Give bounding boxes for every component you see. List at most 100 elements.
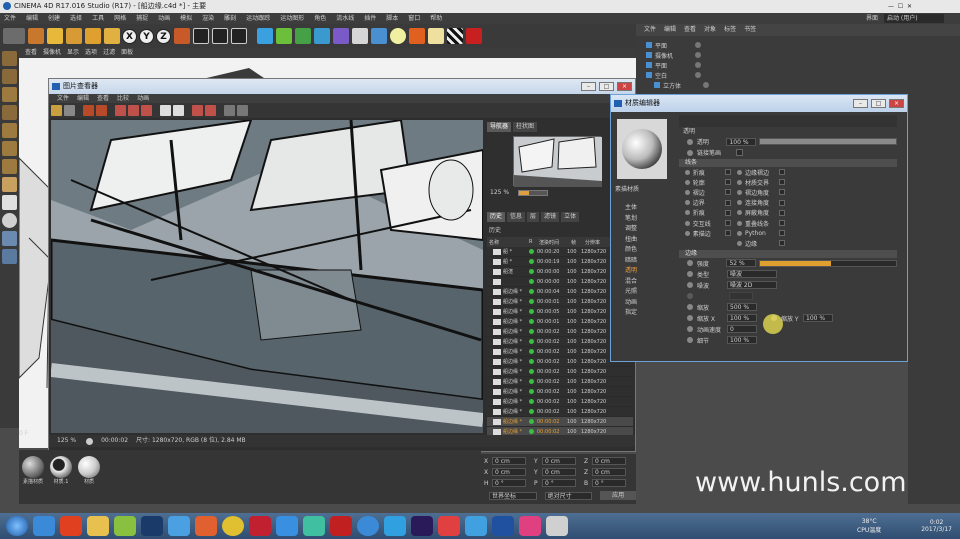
coordinate-input[interactable]: 0 cm <box>542 468 576 476</box>
x-axis-lock-button[interactable]: X <box>122 28 137 44</box>
menu-item[interactable]: 流水线 <box>332 13 354 24</box>
material-preview[interactable] <box>617 119 667 179</box>
coordinate-input[interactable]: 0 ° <box>592 479 626 487</box>
type-select[interactable]: 噪波 <box>727 270 777 278</box>
photoshop-taskbar-icon[interactable] <box>141 516 163 536</box>
line-option-checkbox[interactable] <box>779 169 785 176</box>
material-name[interactable]: 素描材质 <box>613 184 679 193</box>
app2-taskbar-icon[interactable] <box>195 516 217 536</box>
camera-button[interactable] <box>371 28 387 44</box>
ie-taskbar-icon[interactable] <box>33 516 55 536</box>
tab-stereo[interactable]: 立体 <box>561 212 580 222</box>
coordinate-system-button[interactable] <box>174 28 190 44</box>
app-taskbar-icon[interactable] <box>114 516 136 536</box>
menu-item[interactable]: 网格 <box>110 13 126 24</box>
tab-histogram[interactable]: 柱状图 <box>513 122 538 132</box>
status-zoom[interactable]: 125 % <box>57 435 76 447</box>
anim-speed-input[interactable]: 0 <box>727 325 757 333</box>
object-manager-menu-item[interactable]: 对象 <box>704 24 716 36</box>
object-manager-menu-item[interactable]: 查看 <box>684 24 696 36</box>
material-item-sketch[interactable]: 素描材质 <box>19 452 47 485</box>
coordinate-input[interactable]: 0 cm <box>492 468 526 476</box>
menu-item[interactable]: 模拟 <box>176 13 192 24</box>
menu-item[interactable]: 选择 <box>66 13 82 24</box>
app5-taskbar-icon[interactable] <box>303 516 325 536</box>
export-icon[interactable] <box>237 105 248 116</box>
material-channel-item[interactable]: 光照 <box>613 287 679 298</box>
axis-mode-button[interactable] <box>2 177 17 192</box>
line-option-keyframe-icon[interactable] <box>737 240 742 246</box>
line-option-checkbox[interactable] <box>779 240 785 247</box>
picture-viewer-menu-item[interactable]: 查看 <box>97 94 109 103</box>
line-option-checkbox[interactable] <box>779 189 785 196</box>
strength-slider[interactable] <box>759 259 897 267</box>
line-option-keyframe-icon[interactable] <box>737 220 742 226</box>
tool-settings-button[interactable] <box>428 28 444 44</box>
visibility-dots-icon[interactable] <box>703 82 709 88</box>
select-tool-button[interactable] <box>28 28 44 44</box>
coordinate-mode-select[interactable]: 世界坐标 <box>489 491 537 500</box>
channel-icon[interactable] <box>192 105 203 116</box>
viewport-menu-item[interactable]: 显示 <box>67 48 79 58</box>
viewport-menu-item[interactable]: 过滤 <box>103 48 115 58</box>
viewport-menu-item[interactable]: 面板 <box>121 48 133 58</box>
recent-tool-button[interactable] <box>104 28 120 44</box>
history-row[interactable]: 船边缘 * 00:00:02 100 1280x720 <box>487 407 633 417</box>
link-strokes-keyframe-icon[interactable] <box>687 149 693 156</box>
interface-select[interactable]: 启动 (用户) <box>884 14 944 23</box>
history-row[interactable]: 船边缘 * 00:00:02 100 1280x720 <box>487 367 633 377</box>
baidu-taskbar-icon[interactable] <box>168 516 190 536</box>
viewport-menu-item[interactable]: 查看 <box>25 48 37 58</box>
z-axis-lock-button[interactable]: Z <box>156 28 171 44</box>
material-channel-item[interactable]: 透明 <box>613 266 679 277</box>
picture-viewer-menu-item[interactable]: 比较 <box>117 94 129 103</box>
menu-item[interactable]: 动画 <box>154 13 170 24</box>
object-manager-menu-item[interactable]: 书签 <box>744 24 756 36</box>
cinema4d-taskbar-icon[interactable] <box>492 516 514 536</box>
minimize-button[interactable]: – <box>581 82 596 91</box>
object-row[interactable]: 平面 <box>636 40 960 50</box>
python-button[interactable] <box>466 28 482 44</box>
material-channel-item[interactable]: 动画 <box>613 298 679 309</box>
close-button[interactable]: × <box>617 82 632 91</box>
render-to-picture-viewer-button[interactable] <box>212 28 228 44</box>
subdivision-button[interactable] <box>295 28 311 44</box>
menu-item[interactable]: 文件 <box>0 13 16 24</box>
material-channel-item[interactable]: 指定 <box>613 308 679 319</box>
material-item-2[interactable]: 材质 <box>75 452 103 485</box>
scale-tool-button[interactable] <box>66 28 82 44</box>
visibility-dots-icon[interactable] <box>695 72 701 78</box>
after-effects-taskbar-icon[interactable] <box>411 516 433 536</box>
viewport-menu-item[interactable]: 选项 <box>85 48 97 58</box>
tab-navigator[interactable]: 导航器 <box>487 122 512 132</box>
view-1-icon[interactable] <box>160 105 171 116</box>
me-close-button[interactable]: × <box>889 99 904 108</box>
alpha-icon[interactable] <box>205 105 216 116</box>
menu-item[interactable]: 插件 <box>360 13 376 24</box>
coordinate-input[interactable]: 0 cm <box>592 468 626 476</box>
pen-spline-button[interactable] <box>276 28 292 44</box>
save-icon[interactable] <box>64 105 75 116</box>
points-mode-button[interactable] <box>2 123 17 138</box>
transparency-slider[interactable] <box>759 138 897 145</box>
link-strokes-checkbox[interactable] <box>736 149 743 156</box>
scale-x-keyframe-icon[interactable] <box>687 315 693 321</box>
render-view-button[interactable] <box>193 28 209 44</box>
split-icon[interactable] <box>141 105 152 116</box>
lock-workplane-button[interactable] <box>2 249 17 264</box>
me-maximize-button[interactable]: □ <box>871 99 886 108</box>
menu-item[interactable]: 运动图形 <box>276 13 304 24</box>
qq-taskbar-icon[interactable] <box>384 516 406 536</box>
line-option-keyframe-icon[interactable] <box>685 189 690 195</box>
zoom-slider[interactable] <box>518 189 548 196</box>
me-minimize-button[interactable]: – <box>853 99 868 108</box>
strength-input[interactable]: 52 % <box>726 259 757 267</box>
line-option-keyframe-icon[interactable] <box>685 230 690 236</box>
menu-item[interactable]: 角色 <box>310 13 326 24</box>
chrome-taskbar-icon[interactable] <box>222 516 244 536</box>
ab-compare-icon[interactable] <box>115 105 126 116</box>
picture-viewer-menu-item[interactable]: 文件 <box>57 94 69 103</box>
line-option-keyframe-icon[interactable] <box>737 179 742 185</box>
menu-item[interactable]: 帮助 <box>426 13 442 24</box>
navigator-thumbnail[interactable] <box>513 136 602 187</box>
